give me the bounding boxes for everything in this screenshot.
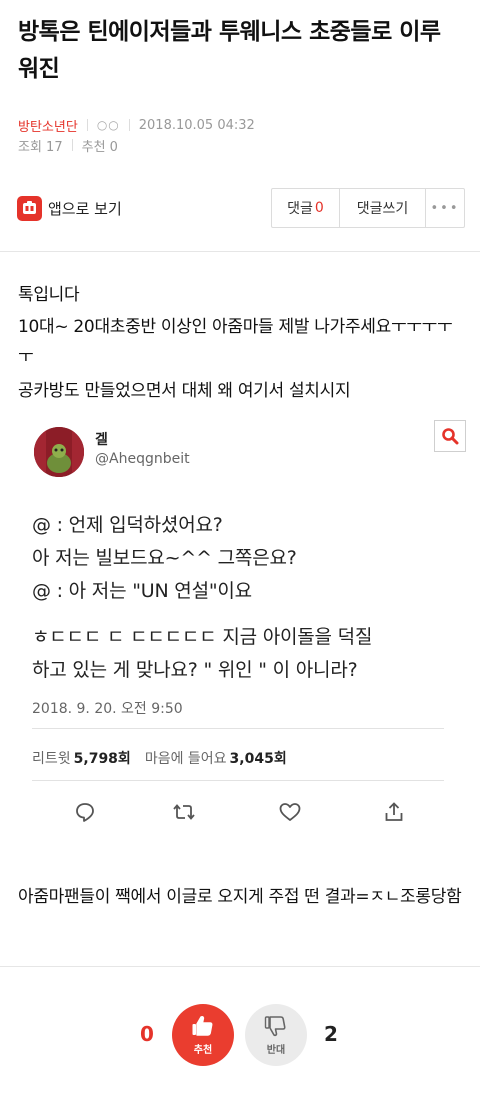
tweet-text-line: @ : 언제 입덕하셨어요? bbox=[32, 514, 223, 536]
tweet-action-icons bbox=[24, 797, 470, 827]
search-icon bbox=[442, 428, 459, 445]
heart-icon bbox=[275, 797, 305, 827]
downvote-button[interactable]: 반대 bbox=[245, 1004, 307, 1066]
post-action-bar: 댓글 0 댓글쓰기 ••• bbox=[271, 188, 465, 228]
content-paragraph-1: 톡입니다 bbox=[18, 285, 80, 305]
downvote-count: 2 bbox=[324, 1022, 338, 1046]
vote-section: 0 추천 반대 2 bbox=[0, 1002, 480, 1068]
content-closing-paragraph: 아줌마팬들이 짹에서 이글로 오지게 주접 떤 결과=ㅈㄴ조롱당함 bbox=[18, 887, 462, 907]
tweet-timestamp: 2018. 9. 20. 오전 9:50 bbox=[32, 701, 183, 717]
tweet-avatar bbox=[34, 427, 84, 477]
comments-label: 댓글 bbox=[287, 201, 313, 217]
tweet-author-handle: @Aheqgnbeit bbox=[95, 451, 190, 467]
write-comment-button[interactable]: 댓글쓰기 bbox=[340, 189, 426, 227]
retweet-icon bbox=[169, 797, 199, 827]
tweet-text-line: ㅎㄷㄷㄷ ㄷ ㄷㄷㄷㄷㄷ 지금 아이돌을 덕질 bbox=[32, 626, 373, 648]
zoom-search-button[interactable] bbox=[434, 420, 466, 452]
post-date: 2018.10.05 04:32 bbox=[138, 117, 255, 133]
more-options-button[interactable]: ••• bbox=[426, 189, 464, 227]
tweet-text-line: @ : 아 저는 "UN 연설"이요 bbox=[32, 580, 252, 602]
retweet-count: 5,798회 bbox=[73, 751, 131, 767]
open-in-app-label: 앱으로 보기 bbox=[48, 200, 122, 218]
author-link[interactable]: 방탄소년단 bbox=[18, 116, 78, 135]
view-count: 조회 17 bbox=[18, 139, 63, 155]
meta-divider bbox=[128, 119, 130, 131]
upvote-count: 0 bbox=[140, 1022, 154, 1046]
recommend-count: 추천 0 bbox=[81, 139, 118, 155]
comments-button[interactable]: 댓글 0 bbox=[272, 189, 340, 227]
tweet-stats: 리트윗 5,798회 마음에 들어요 3,045회 bbox=[32, 748, 301, 768]
reply-icon bbox=[70, 797, 100, 827]
content-paragraph-3: 공카방도 만들었으면서 대체 왜 여기서 설치시지 bbox=[18, 381, 351, 401]
section-divider bbox=[0, 251, 480, 252]
tweet-divider bbox=[32, 780, 444, 781]
open-in-app-button[interactable]: 앱으로 보기 bbox=[17, 196, 122, 221]
author-level-badge: ○○ bbox=[96, 118, 120, 132]
thumbs-down-icon bbox=[264, 1016, 286, 1037]
post-title: 방톡은 틴에이저들과 투웨니스 초중들로 이루워진 bbox=[18, 19, 441, 82]
tweet-text-line: 하고 있는 게 맞나요? " 위인 " 이 아니라? bbox=[32, 659, 358, 681]
post-meta-author-row: 방탄소년단 ○○ 2018.10.05 04:32 bbox=[18, 116, 255, 135]
retweet-label: 리트윗 bbox=[32, 751, 71, 767]
tweet-divider bbox=[32, 728, 444, 729]
upvote-button[interactable]: 추천 bbox=[172, 1004, 234, 1066]
embedded-tweet-image: 겔 @Aheqgnbeit @ : 언제 입덕하셨어요? 아 저는 빌보드요~^… bbox=[24, 412, 470, 840]
likes-count: 3,045회 bbox=[229, 751, 287, 767]
upvote-label: 추천 bbox=[193, 1045, 213, 1056]
meta-divider bbox=[86, 119, 88, 131]
share-icon bbox=[379, 797, 409, 827]
content-paragraph-2: 10대~ 20대초중반 이상인 아줌마들 제발 나가주세요ㅜㅜㅜㅜㅜ bbox=[18, 317, 453, 367]
downvote-label: 반대 bbox=[266, 1045, 286, 1056]
section-divider bbox=[0, 966, 480, 967]
thumbs-up-icon bbox=[192, 1015, 213, 1036]
post-meta-stats-row: 조회 17 추천 0 bbox=[18, 136, 118, 155]
tweet-text-line: 아 저는 빌보드요~^^ 그쪽은요? bbox=[32, 547, 297, 569]
comments-count: 0 bbox=[314, 200, 324, 216]
tweet-author-name: 겔 bbox=[95, 432, 108, 448]
likes-label: 마음에 들어요 bbox=[144, 751, 227, 767]
meta-divider bbox=[71, 139, 73, 151]
app-logo-icon bbox=[17, 196, 42, 221]
